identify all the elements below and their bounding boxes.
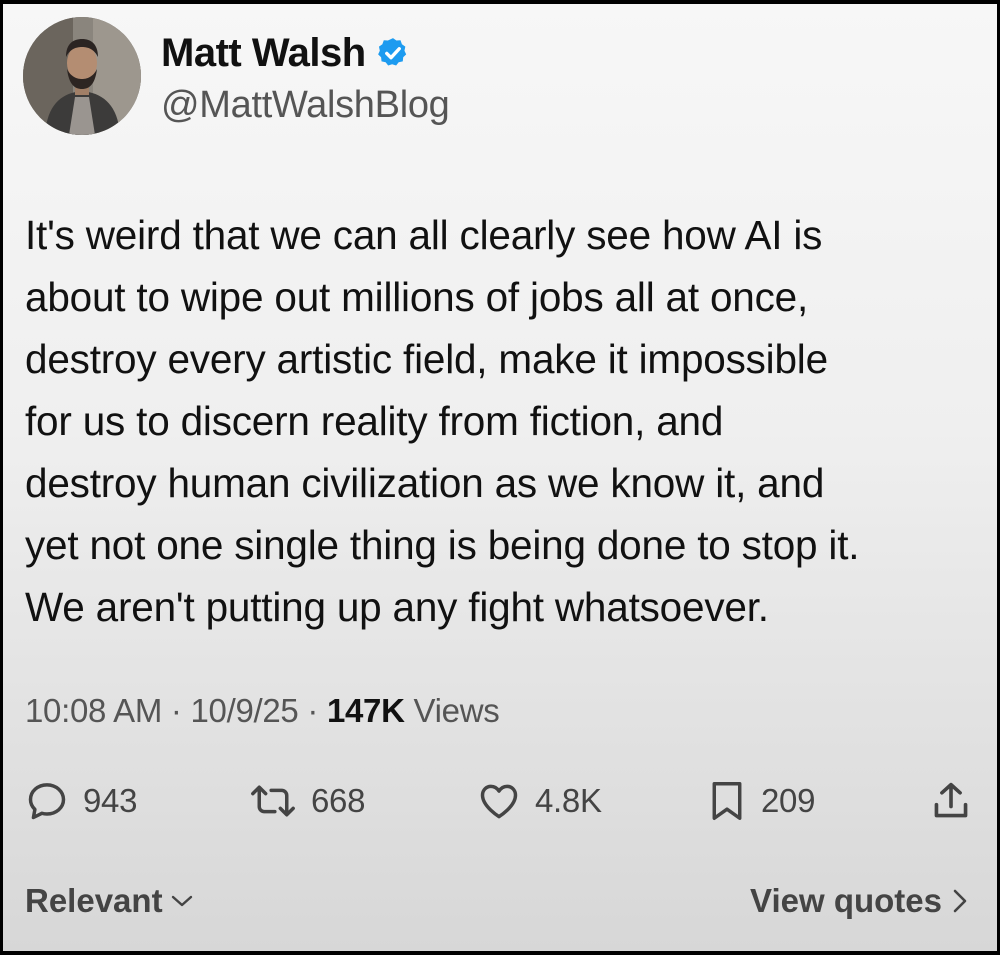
tweet-line: destroy every artistic field, make it im… (25, 336, 828, 382)
bookmark-count: 209 (761, 782, 816, 819)
tweet-card: Matt Walsh @MattWalshBlog It's weird tha… (3, 4, 997, 951)
repost-count: 668 (311, 782, 366, 819)
display-name[interactable]: Matt Walsh (161, 31, 366, 76)
tweet-line: yet not one single thing is being done t… (25, 522, 860, 568)
avatar[interactable] (23, 17, 141, 135)
chevron-down-icon (171, 895, 192, 907)
bookmark-icon (712, 781, 742, 820)
avatar-photo (23, 17, 141, 135)
like-count: 4.8K (535, 782, 602, 819)
bookmark-button[interactable]: 209 (707, 773, 815, 829)
author-handle[interactable]: @MattWalshBlog (161, 84, 450, 127)
reply-count: 943 (83, 782, 138, 819)
author-name-row[interactable]: Matt Walsh (161, 28, 410, 78)
tweet-line: about to wipe out millions of jobs all a… (25, 274, 809, 320)
heart-icon (480, 784, 518, 819)
tweet-text: It's weird that we can all clearly see h… (25, 204, 985, 638)
reply-icon (28, 783, 66, 820)
sort-label: Relevant (25, 882, 163, 919)
sort-dropdown[interactable]: Relevant (25, 882, 195, 920)
tweet-date[interactable]: 10/9/25 (190, 692, 298, 729)
repost-icon (251, 785, 295, 817)
share-icon (934, 782, 968, 818)
tweet-line: We aren't putting up any fight whatsoeve… (25, 584, 769, 630)
tweet-line: for us to discern reality from fiction, … (25, 398, 724, 444)
repost-button[interactable]: 668 (249, 773, 365, 829)
view-quotes-label: View quotes (750, 882, 942, 919)
chevron-right-icon (953, 889, 967, 913)
share-button[interactable] (931, 773, 971, 829)
views-label: Views (413, 692, 500, 729)
tweet-line: destroy human civilization as we know it… (25, 460, 825, 506)
tweet-meta: 10:08 AM · 10/9/25 · 147K Views (25, 692, 500, 730)
like-button[interactable]: 4.8K (477, 773, 602, 829)
view-quotes-link[interactable]: View quotes (750, 882, 970, 920)
tweet-time[interactable]: 10:08 AM (25, 692, 162, 729)
verified-badge-icon (377, 38, 406, 66)
reply-button[interactable]: 943 (25, 773, 137, 829)
tweet-line: It's weird that we can all clearly see h… (25, 212, 823, 258)
views-count: 147K (326, 692, 405, 729)
meta-separator: · (170, 692, 182, 729)
meta-separator: · (307, 692, 319, 729)
